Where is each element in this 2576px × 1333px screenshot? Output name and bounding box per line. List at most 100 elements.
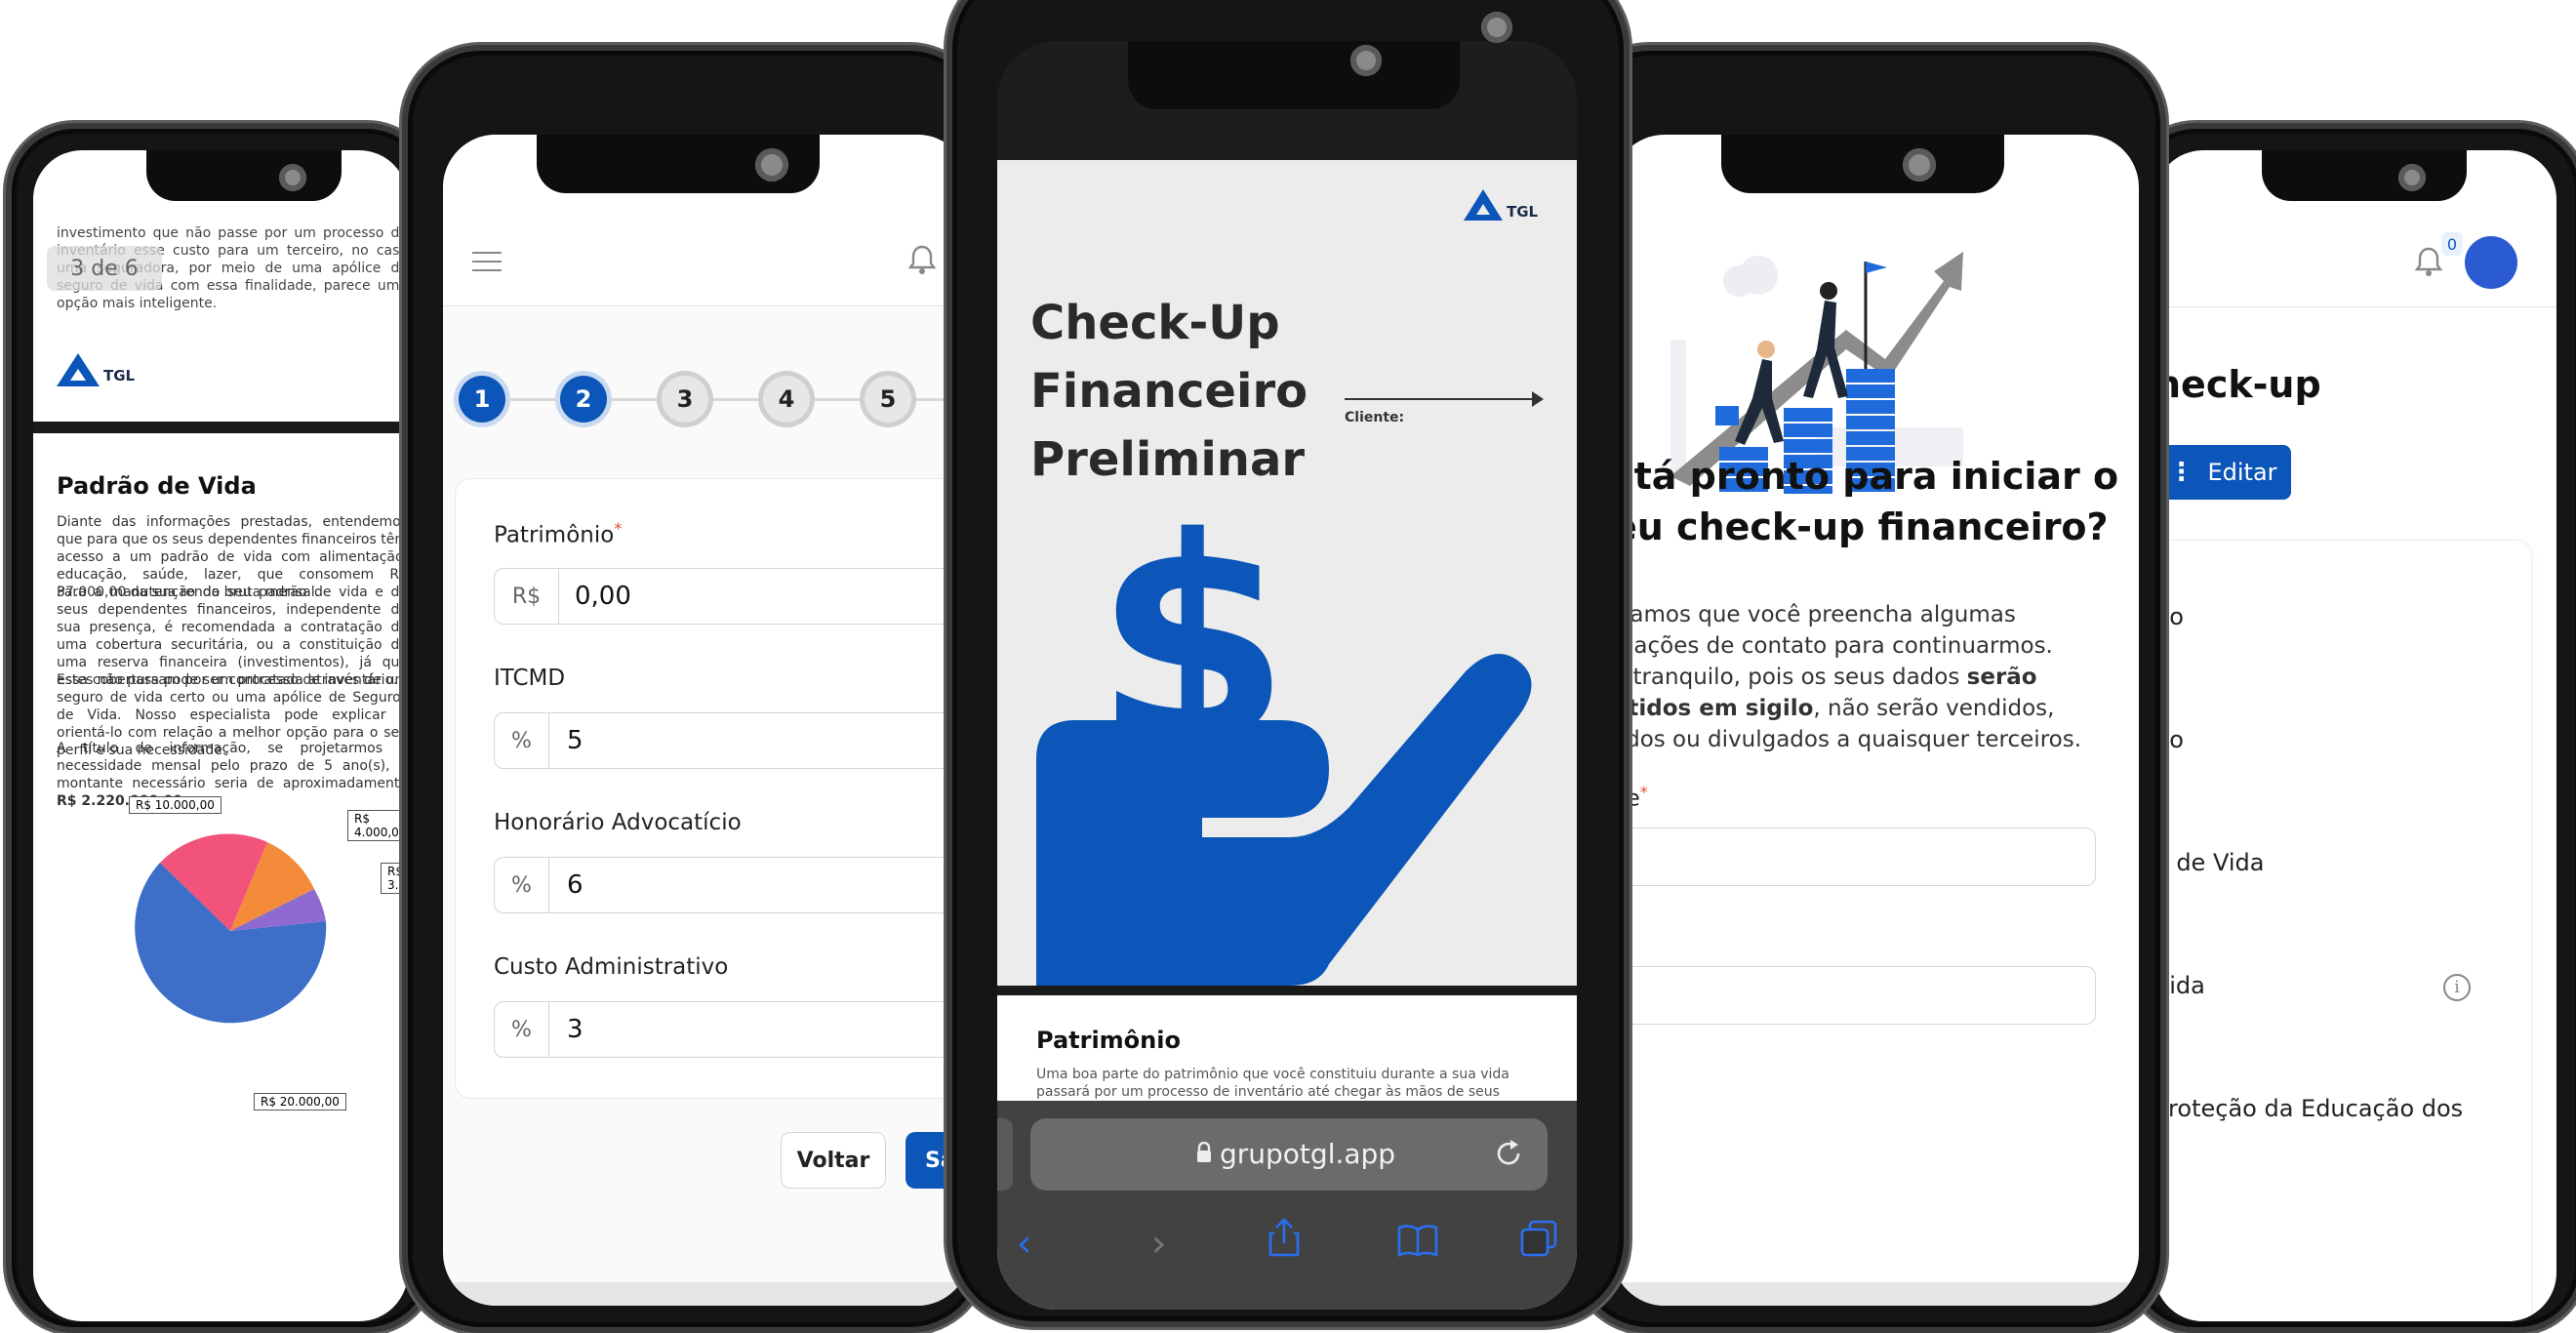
page-indicator: 3 de 6 [47, 246, 162, 291]
tab-peek [997, 1118, 1013, 1191]
camera-icon [1481, 12, 1512, 43]
intro-line-2: mações de contato para continuarmos. [1612, 633, 2053, 659]
page-title: heck-up [2154, 363, 2321, 406]
patrimonio-input[interactable]: R$ 0,00 [494, 568, 970, 625]
phone-4-notch [1721, 135, 2004, 193]
name-input[interactable] [1612, 828, 2096, 886]
client-label: Cliente: [1345, 410, 1405, 425]
itcmd-value: 5 [567, 726, 584, 755]
edit-button-label: Editar [2207, 459, 2277, 486]
intro-line-3: e tranquilo, pois os seus dados serão [1612, 662, 2096, 693]
bell-icon[interactable] [907, 244, 937, 279]
currency-prefix: R$ [495, 569, 559, 624]
cover-title-line-2: Financeiro [1030, 364, 1308, 419]
menu-icon[interactable] [472, 252, 502, 271]
phone-2-screen: 1 2 3 4 5 Patrimônio* R$ 0,00 ITCMD % 5 … [443, 135, 970, 1306]
intro-line-4: ntidos em sigilo, não serão vendidos, [1612, 693, 2096, 724]
edit-button[interactable]: ⋮ Editar [2154, 445, 2291, 500]
intro-line-3-bold: serão [1966, 665, 2037, 690]
items-card [2154, 541, 2531, 1321]
step-3[interactable]: 3 [662, 376, 708, 423]
bell-icon[interactable] [2414, 246, 2443, 281]
bottom-bar [1612, 1282, 2139, 1306]
email-input[interactable] [1612, 966, 2096, 1025]
phone-5-notch [2262, 150, 2467, 201]
logo-text: TGL [1507, 203, 1539, 221]
cover-title-line-3: Preliminar [1030, 432, 1306, 487]
forward-nav-icon[interactable]: › [1151, 1222, 1166, 1265]
back-nav-icon[interactable]: ‹ [1017, 1222, 1031, 1265]
custo-input[interactable]: % 3 [494, 1001, 970, 1058]
itcmd-label: ITCMD [494, 666, 566, 691]
patrimonio-label: Patrimônio* [494, 519, 622, 548]
arrow-line [1345, 398, 1540, 400]
pie-label-1: R$ 10.000,00 [129, 796, 221, 814]
cover-title: Check-Up Financeiro Preliminar [1030, 289, 1308, 494]
step-2[interactable]: 2 [560, 376, 607, 423]
phone-5: 0 heck-up ⋮ Editar do do o de Vida gida … [2127, 123, 2576, 1333]
section-title: Patrimônio [1036, 1027, 1181, 1054]
section-divider [997, 986, 1577, 995]
url-text: grupotgl.app [1220, 1138, 1396, 1170]
welcome-heading-line-1: stá pronto para iniciar o [1612, 455, 2119, 498]
patrimonio-label-text: Patrimônio [494, 522, 615, 548]
intro-paragraph: isamos que você preencha algumas mações … [1612, 599, 2096, 755]
phone-5-screen: 0 heck-up ⋮ Editar do do o de Vida gida … [2154, 150, 2556, 1321]
honorario-value: 6 [567, 870, 584, 900]
percent-prefix: % [495, 1002, 549, 1057]
arrow-right-icon [1532, 391, 1544, 407]
intro-line-4-text: , não serão vendidos, [1813, 696, 2055, 721]
back-button[interactable]: Voltar [781, 1132, 886, 1189]
top-bar-divider [2154, 306, 2556, 307]
step-5[interactable]: 5 [865, 376, 911, 423]
step-1[interactable]: 1 [459, 376, 505, 423]
section-divider [33, 422, 408, 433]
info-icon[interactable]: i [2443, 974, 2471, 1001]
bottom-bar [443, 1282, 970, 1306]
list-item-5[interactable]: Proteção da Educação dos [2154, 1095, 2463, 1122]
bookmarks-icon[interactable] [1397, 1224, 1438, 1261]
welcome-heading-line-2: eu check-up financeiro? [1612, 505, 2109, 548]
tgl-logo [1464, 189, 1503, 224]
pie-label-4: R$ 20.000,00 [254, 1093, 346, 1111]
patrimonio-value: 0,00 [575, 582, 631, 611]
intro-line-1: isamos que você preencha algumas [1612, 602, 2016, 627]
intro-line-4-bold: ntidos em sigilo [1612, 696, 1814, 721]
tabs-icon[interactable] [1520, 1220, 1557, 1261]
paragraph-4-text: A título de informação, se projetarmos a… [57, 741, 408, 791]
section-text: Uma boa parte do patrimônio que você con… [1036, 1067, 1509, 1100]
itcmd-input[interactable]: % 5 [494, 712, 970, 769]
intro-line-3-text: e tranquilo, pois os seus dados [1612, 665, 1967, 690]
camera-icon [755, 148, 788, 182]
phone-4-screen: stá pronto para iniciar o eu check-up fi… [1612, 135, 2139, 1306]
phone-2: 1 2 3 4 5 Patrimônio* R$ 0,00 ITCMD % 5 … [402, 45, 987, 1333]
lock-icon [1196, 1141, 1212, 1167]
step-4[interactable]: 4 [763, 376, 810, 423]
camera-icon [1903, 148, 1936, 182]
camera-icon [279, 164, 306, 191]
camera-icon [2398, 164, 2426, 191]
pie-label-2: R$ 4.000,00 [347, 810, 408, 841]
list-item-3[interactable]: o de Vida [2154, 849, 2264, 876]
intro-line-5: ados ou divulgados a quaisquer terceiros… [1612, 727, 2082, 752]
logo-text: TGL [103, 367, 136, 384]
kebab-icon: ⋮ [2168, 458, 2194, 487]
cover-title-line-1: Check-Up [1030, 296, 1280, 350]
honorario-label: Honorário Advocatício [494, 810, 742, 835]
tgl-logo [57, 353, 100, 390]
front-camera-icon [1350, 45, 1382, 76]
phone-3: TGL Check-Up Financeiro Preliminar Clien… [946, 0, 1630, 1327]
share-icon[interactable] [1267, 1218, 1302, 1261]
phone-2-notch [537, 135, 820, 193]
honorario-input[interactable]: % 6 [494, 857, 970, 913]
reload-icon[interactable] [1493, 1138, 1524, 1173]
avatar[interactable] [2465, 236, 2517, 289]
required-mark: * [1639, 783, 1648, 801]
phone-3-screen: TGL Check-Up Financeiro Preliminar Clien… [997, 41, 1577, 1310]
phone-1-notch [146, 150, 342, 201]
percent-prefix: % [495, 713, 549, 768]
phone-1: investimento que não passe por um proces… [6, 123, 435, 1333]
custo-label: Custo Administrativo [494, 954, 729, 980]
percent-prefix: % [495, 858, 549, 912]
required-mark: * [614, 519, 623, 538]
